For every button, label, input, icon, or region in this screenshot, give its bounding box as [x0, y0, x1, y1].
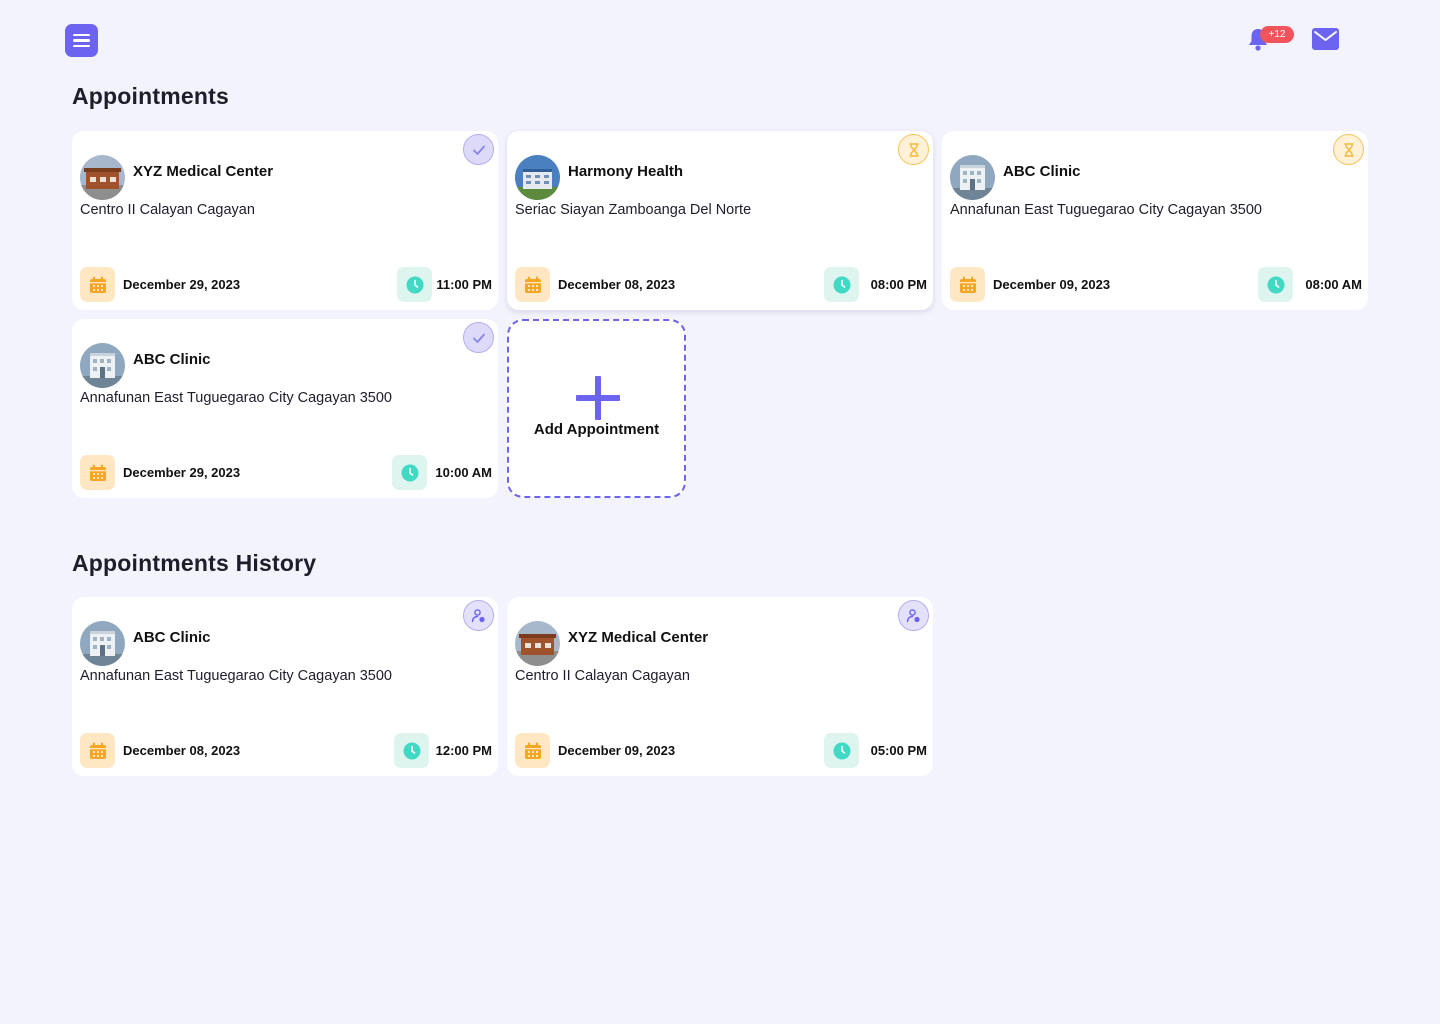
history-card[interactable]: XYZ Medical Center Centro II Calayan Cag…	[507, 597, 933, 776]
clock-icon	[824, 267, 859, 302]
calendar-icon	[80, 267, 115, 302]
menu-line	[73, 44, 90, 48]
clinic-name: XYZ Medical Center	[568, 629, 709, 646]
appointment-time: 05:00 PM	[870, 743, 927, 758]
appointment-card[interactable]: XYZ Medical Center Centro II Calayan Cag…	[72, 131, 498, 310]
appointment-time: 08:00 AM	[1305, 277, 1362, 292]
calendar-icon	[515, 267, 550, 302]
appointments-heading: Appointments	[72, 83, 229, 109]
appointment-time: 12:00 PM	[435, 743, 492, 758]
menu-button[interactable]	[65, 24, 98, 57]
clinic-name: ABC Clinic	[133, 351, 211, 368]
add-appointment-label: Add Appointment	[533, 421, 660, 438]
clinic-avatar	[950, 155, 995, 200]
plus-icon	[576, 376, 620, 420]
clinic-address: Centro II Calayan Cagayan	[80, 202, 255, 218]
calendar-icon	[80, 733, 115, 768]
visited-person-icon	[463, 600, 494, 631]
clinic-address: Annafunan East Tuguegarao City Cagayan 3…	[950, 202, 1262, 218]
appointment-card[interactable]: ABC Clinic Annafunan East Tuguegarao Cit…	[942, 131, 1368, 310]
appointment-time: 10:00 AM	[435, 465, 492, 480]
clinic-address: Seriac Siayan Zamboanga Del Norte	[515, 202, 752, 218]
history-card[interactable]: ABC Clinic Annafunan East Tuguegarao Cit…	[72, 597, 498, 776]
clinic-avatar	[80, 155, 125, 200]
clinic-name: ABC Clinic	[133, 629, 211, 646]
clinic-address: Centro II Calayan Cagayan	[515, 668, 690, 684]
confirmed-check-icon	[463, 134, 494, 165]
clock-icon	[1258, 267, 1293, 302]
pending-hourglass-icon	[898, 134, 929, 165]
appointment-time: 08:00 PM	[870, 277, 927, 292]
clinic-avatar	[80, 621, 125, 666]
clinic-address: Annafunan East Tuguegarao City Cagayan 3…	[80, 668, 392, 684]
appointment-card[interactable]: ABC Clinic Annafunan East Tuguegarao Cit…	[72, 319, 498, 498]
add-appointment-button[interactable]: Add Appointment	[507, 319, 686, 498]
appointment-date: December 08, 2023	[123, 743, 241, 758]
appointment-date: December 09, 2023	[993, 277, 1111, 292]
confirmed-check-icon	[463, 322, 494, 353]
notification-badge: +12	[1260, 26, 1294, 43]
menu-line	[73, 39, 90, 42]
calendar-icon	[80, 455, 115, 490]
clinic-name: Harmony Health	[568, 163, 684, 180]
clinic-avatar	[515, 155, 560, 200]
clinic-name: XYZ Medical Center	[133, 163, 274, 180]
appointment-date: December 09, 2023	[558, 743, 676, 758]
clock-icon	[824, 733, 859, 768]
appointment-date: December 29, 2023	[123, 465, 241, 480]
mail-icon[interactable]	[1312, 28, 1339, 50]
history-heading: Appointments History	[72, 550, 317, 576]
appointment-date: December 29, 2023	[123, 277, 241, 292]
calendar-icon	[515, 733, 550, 768]
clock-icon	[392, 455, 427, 490]
appointment-time: 11:00 PM	[436, 277, 492, 292]
pending-hourglass-icon	[1333, 134, 1364, 165]
clock-icon	[394, 733, 429, 768]
clinic-name: ABC Clinic	[1003, 163, 1081, 180]
clock-icon	[397, 267, 432, 302]
appointment-date: December 08, 2023	[558, 277, 676, 292]
calendar-icon	[950, 267, 985, 302]
clinic-avatar	[515, 621, 560, 666]
visited-person-icon	[898, 600, 929, 631]
appointment-card[interactable]: Harmony Health Seriac Siayan Zamboanga D…	[507, 131, 933, 310]
menu-line	[73, 33, 90, 37]
clinic-avatar	[80, 343, 125, 388]
clinic-address: Annafunan East Tuguegarao City Cagayan 3…	[80, 390, 392, 406]
